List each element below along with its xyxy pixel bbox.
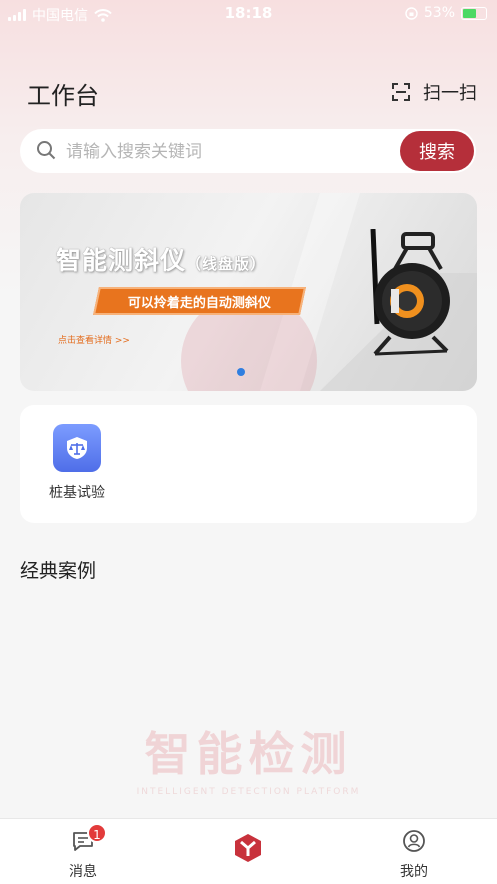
user-icon xyxy=(403,830,425,852)
section-title-cases: 经典案例 xyxy=(20,560,97,582)
inclinometer-device-image xyxy=(370,229,450,356)
banner-tagline-text: 可以拎着走的自动测斜仪 xyxy=(127,295,271,311)
bottom-tab-bar: 1 消息 我的 xyxy=(0,818,497,884)
banner-title-suffix: （线盘版） xyxy=(186,255,267,273)
page-title: 工作台 xyxy=(27,82,99,110)
message-badge: 1 xyxy=(87,823,107,843)
search-input[interactable] xyxy=(64,138,398,166)
status-bar: 中国电信 18:18 53% xyxy=(0,0,497,26)
search-button[interactable]: 搜索 xyxy=(400,131,474,171)
tab-messages-label: 消息 xyxy=(69,864,97,880)
search-bar: 搜索 xyxy=(20,129,476,173)
tab-messages[interactable]: 1 消息 xyxy=(43,823,123,881)
tab-home[interactable] xyxy=(208,833,288,867)
scan-label: 扫一扫 xyxy=(423,83,477,104)
banner-title: 智能测斜仪（线盘版） xyxy=(56,241,266,277)
scan-button[interactable]: 扫一扫 xyxy=(391,79,477,105)
function-item-pile-test[interactable]: 桩基试验 xyxy=(44,424,110,502)
search-icon xyxy=(37,141,56,160)
tab-mine[interactable]: 我的 xyxy=(374,829,454,881)
tab-mine-label: 我的 xyxy=(400,864,428,880)
orientation-lock-icon xyxy=(405,6,418,20)
carousel-indicator[interactable] xyxy=(237,368,245,376)
battery-icon xyxy=(461,6,487,20)
banner-tagline: 可以拎着走的自动测斜仪 xyxy=(93,287,306,315)
background-watermark-subtext: INTELLIGENT DETECTION PLATFORM xyxy=(136,787,361,797)
function-label: 桩基试验 xyxy=(49,485,105,501)
banner-title-main: 智能测斜仪 xyxy=(56,246,187,275)
promo-banner[interactable]: 智能测斜仪（线盘版） 可以拎着走的自动测斜仪 点击查看详情 >> xyxy=(20,193,477,391)
background-watermark: 智能检测 xyxy=(144,727,353,781)
home-logo-icon xyxy=(235,834,261,862)
battery-percent: 53% xyxy=(423,5,455,21)
banner-detail-link[interactable]: 点击查看详情 >> xyxy=(58,333,130,346)
function-card: 桩基试验 xyxy=(20,405,477,523)
status-right: 53% xyxy=(405,5,487,21)
scale-shield-icon xyxy=(53,424,101,472)
scan-icon xyxy=(392,83,410,101)
